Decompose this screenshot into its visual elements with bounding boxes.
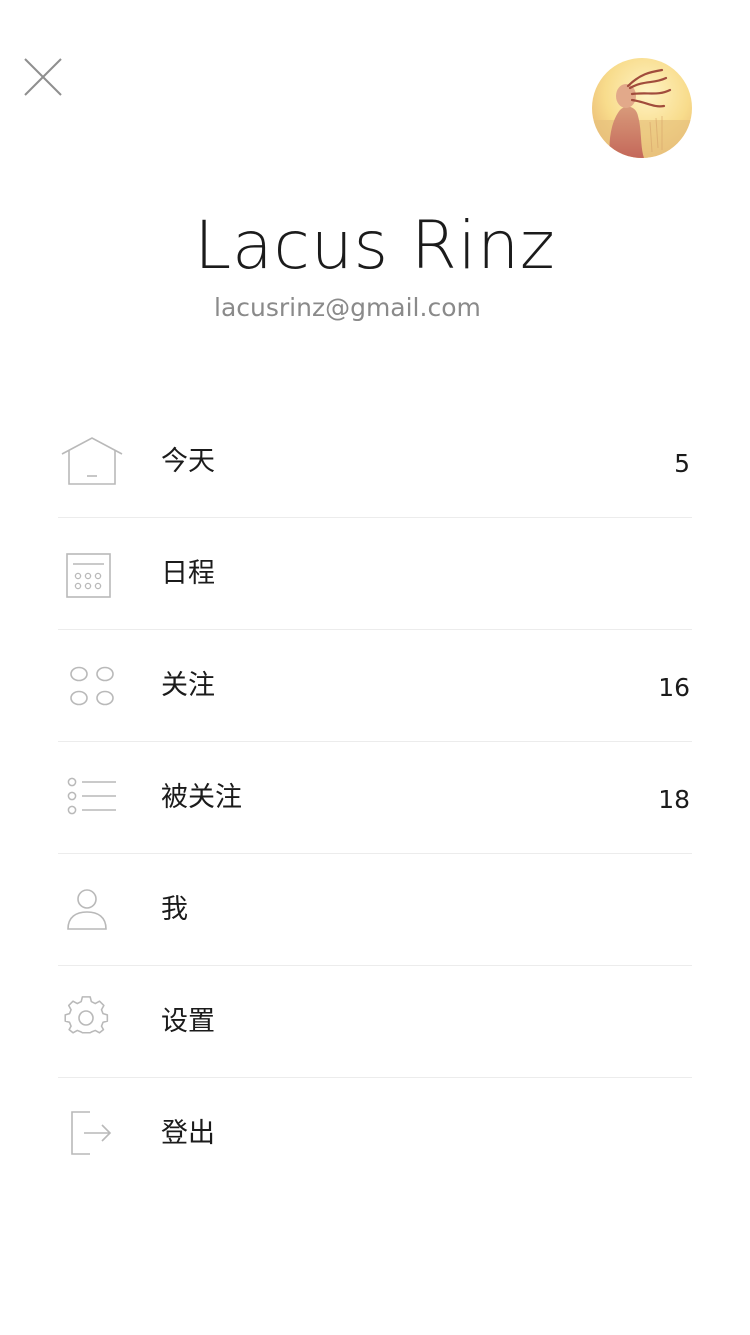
avatar[interactable] [592,58,692,158]
menu-label-schedule: 日程 [161,558,215,589]
close-button[interactable] [20,54,66,100]
user-name: Lacus Rinz [194,207,556,284]
menu-count-today: 5 [674,449,690,478]
logout-icon [60,1108,124,1160]
menu-item-followers[interactable]: 被关注 18 [58,742,692,854]
menu-label-today: 今天 [161,446,215,477]
menu-label-me: 我 [161,894,188,925]
menu-label-logout: 登出 [161,1118,215,1149]
gear-icon [60,996,124,1048]
list-icon [60,772,124,824]
menu-item-today[interactable]: 今天 5 [58,406,692,518]
person-icon [60,884,124,936]
menu-label-followers: 被关注 [161,782,242,813]
menu-item-me[interactable]: 我 [58,854,692,966]
menu-label-following: 关注 [161,670,215,701]
menu-item-settings[interactable]: 设置 [58,966,692,1078]
menu-count-following: 16 [658,673,690,702]
user-email: lacusrinz@gmail.com [214,293,481,322]
menu-item-schedule[interactable]: 日程 [58,518,692,630]
grid-circles-icon [60,660,124,712]
calendar-icon [60,548,124,600]
menu-count-followers: 18 [658,785,690,814]
home-icon [60,436,124,488]
nav-menu: 今天 5 日程 关注 16 被关注 18 我 设置 登出 [58,406,692,1189]
menu-item-following[interactable]: 关注 16 [58,630,692,742]
menu-item-logout[interactable]: 登出 [58,1078,692,1189]
avatar-photo-icon [592,58,692,158]
menu-label-settings: 设置 [161,1006,215,1037]
close-icon [24,58,62,96]
